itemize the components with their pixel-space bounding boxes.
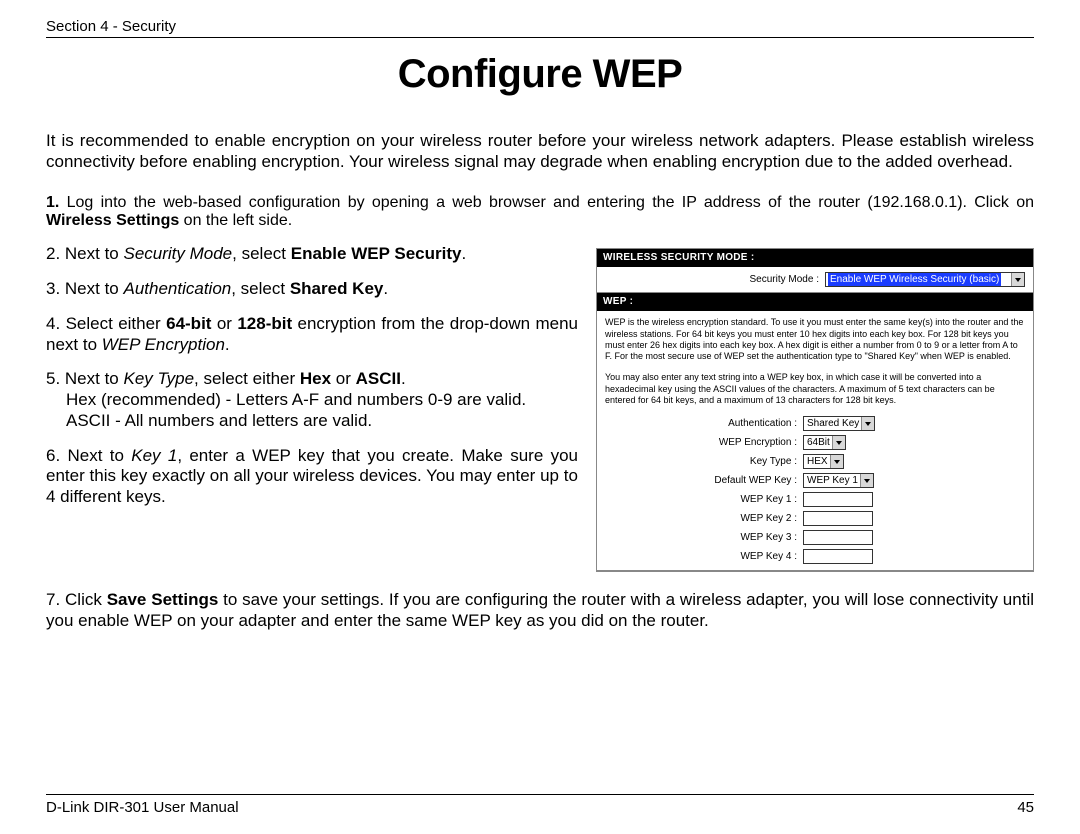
page-footer: D-Link DIR-301 User Manual 45 [46, 794, 1034, 816]
bold-term: ASCII [356, 369, 401, 388]
bold-term: 128-bit [237, 314, 292, 333]
wep-key-4-label: WEP Key 4 : [605, 551, 803, 562]
wep-encryption-select[interactable]: 64Bit [803, 435, 846, 450]
default-wep-key-label: Default WEP Key : [605, 475, 803, 486]
footer-page-number: 45 [1017, 799, 1034, 816]
wep-key-2-label: WEP Key 2 : [605, 513, 803, 524]
bold-term: Shared Key [290, 279, 384, 298]
chevron-down-icon[interactable] [832, 436, 845, 449]
panel-header-wep: WEP : [597, 293, 1033, 311]
italic-term: WEP Encryption [102, 335, 225, 354]
step-text: . [401, 369, 406, 388]
security-mode-select[interactable]: Enable WEP Wireless Security (basic) [825, 272, 1025, 287]
key-type-value: HEX [807, 456, 828, 467]
step-subtext: ASCII - All numbers and letters are vali… [66, 411, 578, 432]
step-text: 7. Click [46, 590, 107, 609]
router-ui-screenshot: WIRELESS SECURITY MODE : Security Mode :… [596, 248, 1034, 572]
step-text: 6. Next to [46, 446, 131, 465]
wep-key-1-input[interactable] [803, 492, 873, 507]
step-text: on the left side. [179, 212, 292, 229]
step-text: Log into the web-based configuration by … [59, 194, 1034, 211]
footer-left: D-Link DIR-301 User Manual [46, 799, 239, 816]
step-text: . [383, 279, 388, 298]
step-text: 3. Next to [46, 279, 123, 298]
key-type-label: Key Type : [605, 456, 803, 467]
wep-encryption-value: 64Bit [807, 437, 830, 448]
italic-term: Security Mode [123, 244, 232, 263]
bold-term: Enable WEP Security [291, 244, 462, 263]
step-text: 2. Next to [46, 244, 123, 263]
bold-term: Wireless Settings [46, 212, 179, 229]
wep-encryption-label: WEP Encryption : [605, 437, 803, 448]
default-wep-key-select[interactable]: WEP Key 1 [803, 473, 874, 488]
section-header: Section 4 - Security [46, 18, 1034, 38]
wep-key-2-input[interactable] [803, 511, 873, 526]
step-1: 1. Log into the web-based configuration … [46, 194, 1034, 230]
step-text: or [331, 369, 356, 388]
wep-key-3-input[interactable] [803, 530, 873, 545]
bold-term: Save Settings [107, 590, 219, 609]
wep-key-1-label: WEP Key 1 : [605, 494, 803, 505]
step-text: 4. Select either [46, 314, 166, 333]
step-text: 5. Next to [46, 369, 123, 388]
chevron-down-icon[interactable] [1011, 273, 1024, 286]
chevron-down-icon[interactable] [860, 474, 873, 487]
step-text: . [225, 335, 230, 354]
authentication-value: Shared Key [807, 418, 859, 429]
step-number: 1. [46, 194, 59, 211]
chevron-down-icon[interactable] [861, 417, 874, 430]
bold-term: Hex [300, 369, 331, 388]
bold-term: 64-bit [166, 314, 211, 333]
wep-key-3-label: WEP Key 3 : [605, 532, 803, 543]
wep-description-2: You may also enter any text string into … [605, 372, 1025, 406]
steps-column: 2. Next to Security Mode, select Enable … [46, 244, 578, 521]
step-7: 7. Click Save Settings to save your sett… [46, 590, 1034, 631]
step-4: 4. Select either 64-bit or 128-bit encry… [46, 314, 578, 355]
page-title: Configure WEP [46, 52, 1034, 97]
security-mode-label: Security Mode : [750, 274, 819, 285]
wep-key-4-input[interactable] [803, 549, 873, 564]
step-2: 2. Next to Security Mode, select Enable … [46, 244, 578, 265]
security-mode-value: Enable WEP Wireless Security (basic) [828, 273, 1001, 286]
intro-paragraph: It is recommended to enable encryption o… [46, 131, 1034, 172]
step-3: 3. Next to Authentication, select Shared… [46, 279, 578, 300]
step-text: . [461, 244, 466, 263]
italic-term: Key Type [123, 369, 194, 388]
step-6: 6. Next to Key 1, enter a WEP key that y… [46, 446, 578, 508]
authentication-select[interactable]: Shared Key [803, 416, 875, 431]
italic-term: Authentication [123, 279, 231, 298]
chevron-down-icon[interactable] [830, 455, 843, 468]
italic-term: Key 1 [131, 446, 177, 465]
panel-header-security-mode: WIRELESS SECURITY MODE : [597, 249, 1033, 267]
step-5: 5. Next to Key Type, select either Hex o… [46, 369, 578, 431]
authentication-label: Authentication : [605, 418, 803, 429]
wep-description-1: WEP is the wireless encryption standard.… [605, 317, 1025, 362]
step-text: , select either [194, 369, 300, 388]
step-text: , select [232, 244, 291, 263]
default-wep-key-value: WEP Key 1 [807, 475, 858, 486]
key-type-select[interactable]: HEX [803, 454, 844, 469]
step-text: or [211, 314, 237, 333]
step-text: , select [231, 279, 290, 298]
step-subtext: Hex (recommended) - Letters A-F and numb… [66, 390, 578, 411]
